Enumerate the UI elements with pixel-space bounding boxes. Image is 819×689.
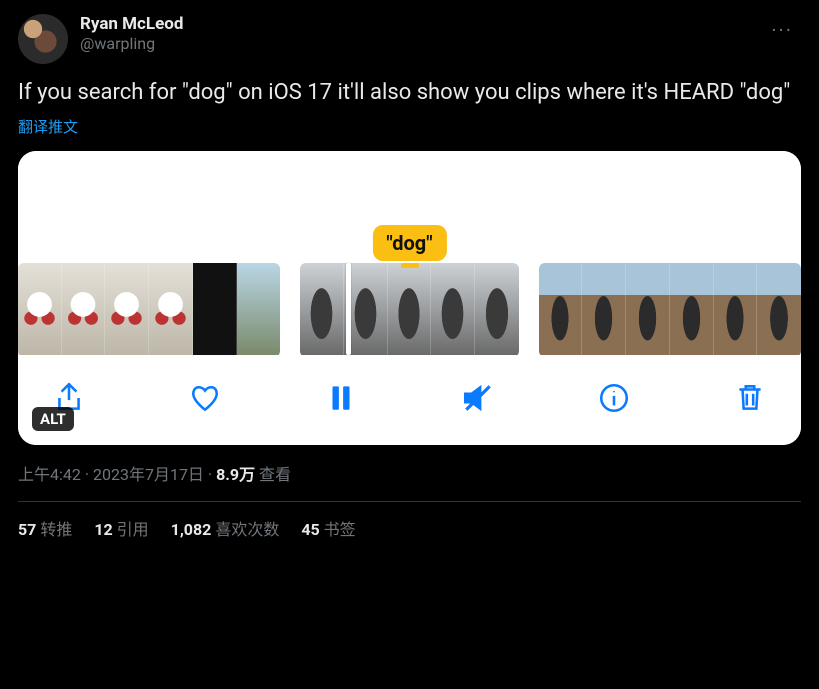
tweet-text: If you search for "dog" on iOS 17 it'll … — [18, 78, 801, 108]
info-icon — [597, 381, 631, 415]
thumbnail — [539, 263, 583, 355]
thumbnail — [193, 263, 237, 355]
clip-group[interactable] — [300, 263, 519, 357]
thumbnail — [237, 263, 281, 355]
user-names[interactable]: Ryan McLeod @warpling — [80, 14, 763, 54]
thumbnail — [149, 263, 193, 355]
mute-button[interactable] — [461, 381, 495, 415]
tweet-header: Ryan McLeod @warpling ··· — [18, 14, 801, 64]
trash-icon — [733, 381, 767, 415]
thumbnail — [626, 263, 670, 355]
views-label: 查看 — [255, 465, 291, 484]
pause-button[interactable] — [324, 381, 358, 415]
thumbnail — [475, 263, 519, 355]
tweet-time: 上午4:42 — [18, 465, 81, 484]
retweets-stat[interactable]: 57 转推 — [18, 516, 72, 540]
search-tag: "dog" — [372, 225, 446, 261]
thumbnail — [388, 263, 432, 355]
likes-stat[interactable]: 1,082 喜欢次数 — [171, 516, 280, 540]
mute-icon — [461, 381, 495, 415]
user-handle: @warpling — [80, 34, 763, 54]
thumbnail — [105, 263, 149, 355]
alt-badge[interactable]: ALT — [32, 407, 74, 431]
divider — [18, 501, 801, 502]
heart-icon — [188, 381, 222, 415]
filmstrip[interactable] — [18, 261, 801, 357]
thumbnail — [300, 263, 344, 355]
media-header: "dog" — [18, 151, 801, 261]
playhead[interactable] — [346, 263, 351, 355]
thumbnail — [714, 263, 758, 355]
display-name: Ryan McLeod — [80, 14, 763, 34]
thumbnail — [62, 263, 106, 355]
media-card: "dog" — [18, 151, 801, 445]
tweet-meta[interactable]: 上午4:42 · 2023年7月17日 · 8.9万 查看 — [18, 461, 801, 485]
thumbnail — [670, 263, 714, 355]
tweet-date: 2023年7月17日 — [93, 465, 204, 484]
clip-group[interactable] — [539, 263, 801, 357]
clip-group[interactable] — [18, 263, 280, 357]
quotes-stat[interactable]: 12 引用 — [94, 516, 148, 540]
delete-button[interactable] — [733, 381, 767, 415]
thumbnail — [757, 263, 801, 355]
thumbnail — [582, 263, 626, 355]
more-button[interactable]: ··· — [763, 14, 801, 46]
views-count: 8.9万 — [216, 465, 255, 484]
like-button[interactable] — [188, 381, 222, 415]
thumbnail — [18, 263, 62, 355]
video-timeline[interactable] — [18, 261, 801, 357]
stats-row: 57 转推 12 引用 1,082 喜欢次数 45 书签 — [18, 516, 801, 540]
playhead-marker — [401, 263, 419, 268]
pause-icon — [324, 381, 358, 415]
tweet-container: Ryan McLeod @warpling ··· If you search … — [0, 0, 819, 540]
video-controls — [18, 357, 801, 445]
bookmarks-stat[interactable]: 45 书签 — [301, 516, 355, 540]
info-button[interactable] — [597, 381, 631, 415]
avatar[interactable] — [18, 14, 68, 64]
translate-link[interactable]: 翻译推文 — [18, 116, 78, 137]
thumbnail — [431, 263, 475, 355]
